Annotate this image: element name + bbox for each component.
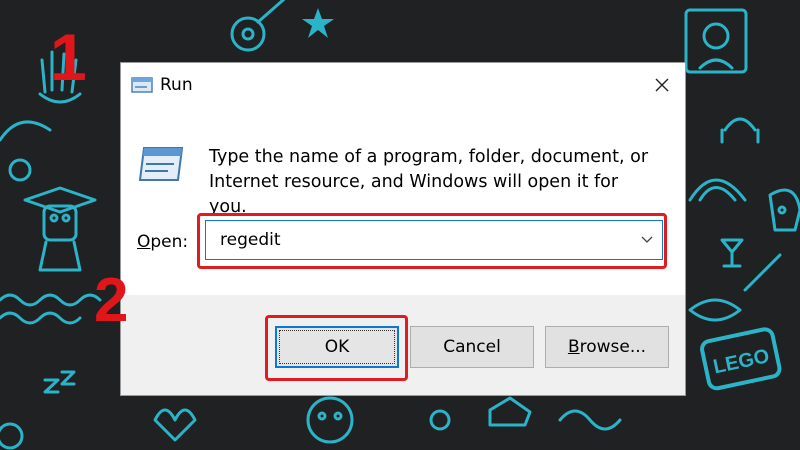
step-marker-2: 2 (94, 266, 129, 335)
headphones-doodle (720, 117, 760, 144)
open-combobox[interactable]: regedit (205, 220, 663, 260)
zzz-doodle (43, 370, 76, 394)
description-line: Type the name of a program, folder, docu… (209, 147, 649, 167)
open-label-text: pen: (150, 232, 189, 252)
lego-logo-doodle: LEGO (700, 327, 782, 391)
wave-doodle (0, 311, 82, 325)
browse-button[interactable]: Browse... (545, 326, 669, 368)
open-label: Open: (137, 232, 188, 252)
dialog-title: Run (160, 75, 193, 95)
skull-doodle (768, 188, 800, 232)
dialog-content: Type the name of a program, folder, docu… (121, 107, 685, 295)
cancel-button[interactable]: Cancel (410, 326, 534, 368)
browse-mnemonic: B (567, 337, 580, 357)
run-program-icon (138, 147, 184, 181)
heart-doodle (153, 408, 197, 442)
alien-figure-doodle (23, 186, 97, 272)
guitar-doodle (230, 0, 286, 52)
wave-doodle (0, 293, 102, 307)
dialog-description: Type the name of a program, folder, docu… (209, 145, 649, 220)
scribble-doodle (558, 409, 622, 431)
shoe-doodle (488, 396, 532, 427)
star-doodle (302, 8, 334, 38)
cocktail-doodle (720, 238, 744, 268)
run-dialog: Run Type the name of a program, folder, … (120, 62, 686, 396)
face-doodle (306, 396, 354, 444)
close-button[interactable] (639, 63, 685, 107)
close-icon (655, 78, 669, 92)
leaf-doodle (688, 298, 742, 322)
pen-doodle (743, 253, 782, 292)
cloud-doodle (0, 120, 52, 142)
rainbow-doodle (688, 178, 747, 202)
ok-button[interactable]: OK (275, 326, 399, 368)
ring-doodle (429, 409, 451, 431)
run-icon (131, 77, 153, 93)
browse-label: rowse... (579, 337, 647, 357)
step-marker-1: 1 (50, 20, 87, 94)
portrait-frame-doodle (684, 8, 748, 74)
title-bar: Run (121, 63, 685, 107)
open-input-value[interactable]: regedit (220, 230, 281, 250)
open-label-mnemonic: O (137, 232, 151, 252)
ring-doodle (0, 422, 24, 450)
chevron-down-icon[interactable] (640, 233, 654, 247)
svg-text:LEGO: LEGO (711, 345, 771, 378)
spiral-doodle (8, 158, 32, 182)
